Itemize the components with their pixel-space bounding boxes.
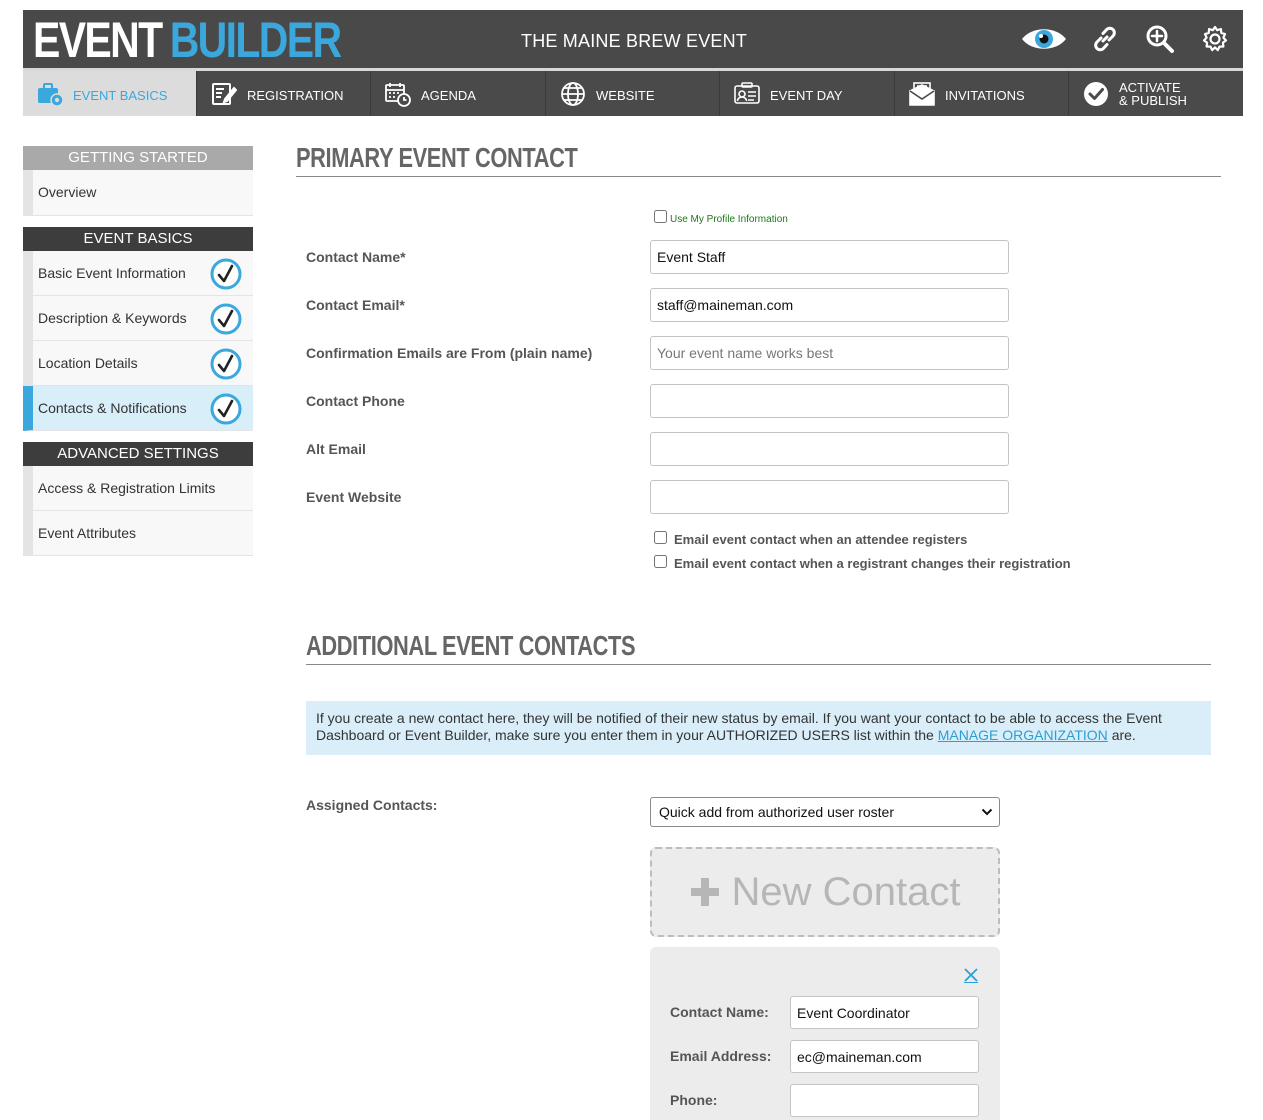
sidebar-item-label: Contacts & Notifications bbox=[38, 400, 187, 416]
link-icon[interactable] bbox=[1088, 22, 1122, 56]
new-contact-label: New Contact bbox=[731, 869, 961, 914]
manage-organization-link[interactable]: MANAGE ORGANIZATION bbox=[938, 727, 1108, 743]
nav-label: EVENT DAY bbox=[770, 88, 843, 103]
event-website-input[interactable] bbox=[650, 480, 1009, 514]
chevron-down-icon bbox=[981, 808, 993, 816]
plus-icon bbox=[690, 878, 719, 906]
contact-name-label: Contact Name* bbox=[306, 249, 406, 265]
info-tail: are. bbox=[1111, 727, 1136, 743]
card-phone-input[interactable] bbox=[790, 1084, 979, 1117]
check-icon bbox=[210, 393, 242, 425]
contact-email-input[interactable] bbox=[650, 288, 1009, 322]
sidebar-item-label: Basic Event Information bbox=[38, 265, 186, 281]
logo-word-event: EVENT bbox=[33, 12, 163, 68]
nav-label: AGENDA bbox=[421, 88, 476, 103]
confirmation-from-input[interactable] bbox=[650, 336, 1009, 370]
sidebar-item-basic-event-information[interactable]: Basic Event Information bbox=[23, 251, 253, 296]
check-icon bbox=[210, 258, 242, 290]
notify-change-label: Email event contact when a registrant ch… bbox=[674, 556, 1071, 571]
sidebar-item-label: Location Details bbox=[38, 355, 138, 371]
assigned-contacts-label: Assigned Contacts: bbox=[306, 797, 438, 813]
nav-label-line2: & PUBLISH bbox=[1119, 93, 1187, 108]
card-contact-name-label: Contact Name: bbox=[670, 1004, 769, 1020]
badge-icon bbox=[734, 82, 760, 104]
sidebar-heading-getting-started: GETTING STARTED bbox=[23, 146, 253, 170]
sidebar-heading-advanced-settings: ADVANCED SETTINGS bbox=[23, 442, 253, 466]
sidebar-item-location-details[interactable]: Location Details bbox=[23, 341, 253, 386]
alt-email-label: Alt Email bbox=[306, 441, 366, 457]
close-icon[interactable] bbox=[963, 967, 979, 983]
check-icon bbox=[210, 348, 242, 380]
sidebar-item-event-attributes[interactable]: Event Attributes bbox=[23, 511, 253, 556]
edit-form-icon bbox=[212, 83, 237, 105]
use-profile-checkbox[interactable] bbox=[654, 210, 667, 223]
nav-label: WEBSITE bbox=[596, 88, 655, 103]
card-email-input[interactable] bbox=[790, 1040, 979, 1073]
nav-label: INVITATIONS bbox=[945, 88, 1025, 103]
nav-label: EVENT BASICS bbox=[73, 88, 168, 103]
sidebar-item-label: Overview bbox=[38, 184, 97, 200]
event-website-label: Event Website bbox=[306, 489, 402, 505]
additional-contacts-heading: ADDITIONAL EVENT CONTACTS bbox=[306, 630, 636, 661]
nav-tab-event-day[interactable]: EVENT DAY bbox=[720, 71, 895, 116]
contact-card: Contact Name: Email Address: Phone: bbox=[650, 947, 1000, 1120]
section-divider bbox=[306, 664, 1211, 665]
sidebar: GETTING STARTED Overview EVENT BASICS Ba… bbox=[23, 146, 253, 556]
confirmation-from-label: Confirmation Emails are From (plain name… bbox=[306, 345, 593, 361]
calendar-clock-icon bbox=[385, 83, 411, 107]
eye-icon[interactable] bbox=[1020, 22, 1068, 56]
gear-icon[interactable] bbox=[1198, 22, 1232, 56]
nav-tab-event-basics[interactable]: EVENT BASICS bbox=[23, 71, 197, 116]
envelope-icon bbox=[909, 82, 935, 106]
sidebar-heading-event-basics: EVENT BASICS bbox=[23, 227, 253, 251]
info-notice: If you create a new contact here, they w… bbox=[306, 701, 1211, 755]
contact-name-input[interactable] bbox=[650, 240, 1009, 274]
app-header: EVENT BUILDER THE MAINE BREW EVENT bbox=[23, 10, 1243, 68]
app-logo[interactable]: EVENT BUILDER bbox=[33, 12, 342, 68]
sidebar-item-label: Access & Registration Limits bbox=[38, 480, 216, 496]
nav-tab-agenda[interactable]: AGENDA bbox=[371, 71, 546, 116]
main-nav: EVENT BASICS REGISTRATION AGENDA WEBSITE bbox=[23, 68, 1243, 116]
sidebar-item-overview[interactable]: Overview bbox=[23, 170, 253, 216]
globe-icon bbox=[561, 82, 585, 106]
section-divider bbox=[296, 176, 1221, 177]
sidebar-item-description-keywords[interactable]: Description & Keywords bbox=[23, 296, 253, 341]
contact-phone-input[interactable] bbox=[650, 384, 1009, 418]
use-profile-label: Use My Profile Information bbox=[670, 214, 788, 225]
nav-label: REGISTRATION bbox=[247, 88, 344, 103]
contact-email-label: Contact Email* bbox=[306, 297, 405, 313]
sidebar-item-access-registration-limits[interactable]: Access & Registration Limits bbox=[23, 466, 253, 511]
nav-tab-activate-publish[interactable]: ACTIVATE & PUBLISH bbox=[1069, 71, 1243, 116]
briefcase-gear-icon bbox=[38, 83, 63, 107]
quick-add-select-value: Quick add from authorized user roster bbox=[659, 804, 894, 820]
nav-label: ACTIVATE & PUBLISH bbox=[1119, 81, 1187, 107]
card-contact-name-input[interactable] bbox=[790, 996, 979, 1029]
new-contact-button[interactable]: New Contact bbox=[650, 847, 1000, 937]
notify-register-checkbox[interactable] bbox=[654, 531, 667, 544]
nav-tab-registration[interactable]: REGISTRATION bbox=[197, 71, 371, 116]
event-title: THE MAINE BREW EVENT bbox=[521, 31, 748, 51]
quick-add-select[interactable]: Quick add from authorized user roster bbox=[650, 797, 1000, 827]
check-circle-icon bbox=[1084, 82, 1108, 106]
sidebar-item-label: Description & Keywords bbox=[38, 310, 187, 326]
card-phone-label: Phone: bbox=[670, 1092, 718, 1108]
nav-tab-invitations[interactable]: INVITATIONS bbox=[895, 71, 1069, 116]
sidebar-item-contacts-notifications[interactable]: Contacts & Notifications bbox=[23, 386, 253, 431]
zoom-in-icon[interactable] bbox=[1143, 22, 1177, 56]
nav-tab-website[interactable]: WEBSITE bbox=[546, 71, 720, 116]
sidebar-item-label: Event Attributes bbox=[38, 525, 137, 541]
notify-register-label: Email event contact when an attendee reg… bbox=[674, 532, 968, 547]
logo-word-builder: BUILDER bbox=[169, 12, 342, 68]
check-icon bbox=[210, 303, 242, 335]
alt-email-input[interactable] bbox=[650, 432, 1009, 466]
primary-contact-heading: PRIMARY EVENT CONTACT bbox=[296, 142, 578, 173]
contact-phone-label: Contact Phone bbox=[306, 393, 405, 409]
card-email-label: Email Address: bbox=[670, 1048, 772, 1064]
notify-change-checkbox[interactable] bbox=[654, 555, 667, 568]
